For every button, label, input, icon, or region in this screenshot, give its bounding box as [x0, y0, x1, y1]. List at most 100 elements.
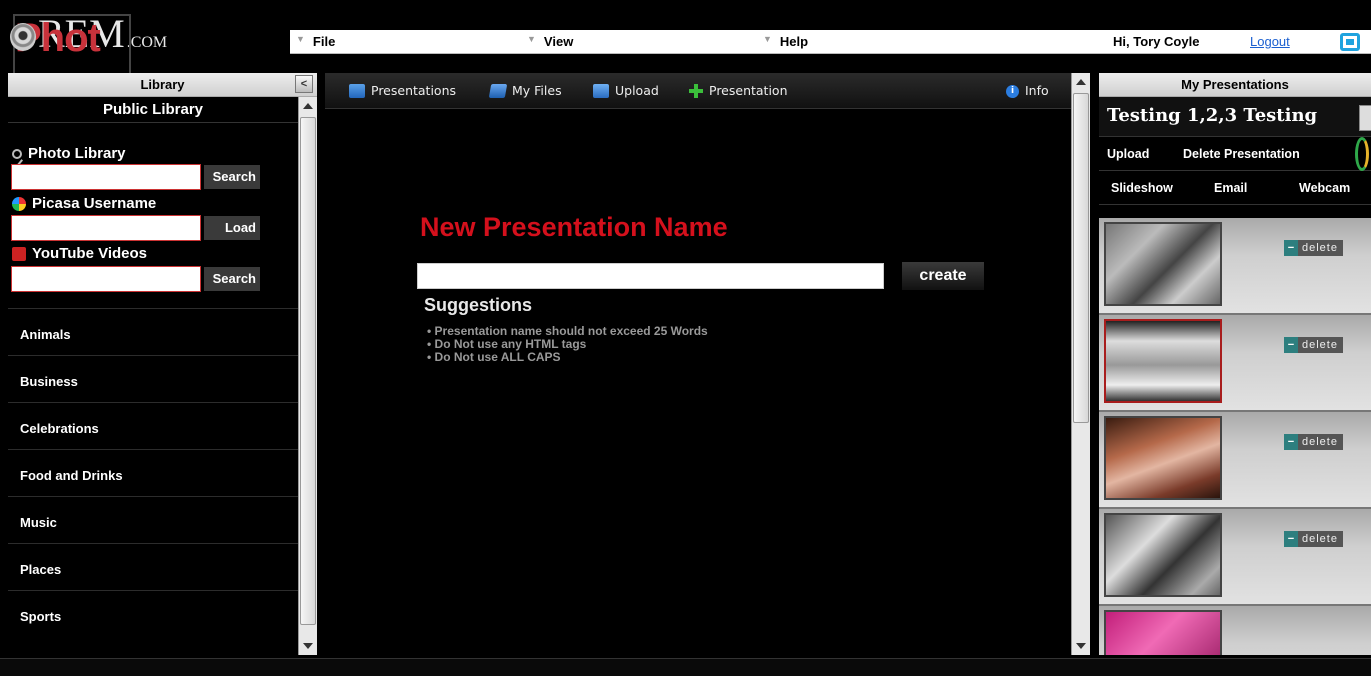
- magnifier-icon: [12, 148, 22, 159]
- workspace-toolbar: Presentations My Files Upload Presentati…: [325, 73, 1071, 109]
- library-scrollbar[interactable]: [298, 97, 317, 655]
- delete-presentation-button[interactable]: Delete Presentation: [1183, 137, 1300, 171]
- suggestion-item: Do Not use ALL CAPS: [427, 351, 708, 364]
- photo-thumbnail[interactable]: [1104, 513, 1222, 597]
- toolbar-upload[interactable]: Upload: [593, 73, 659, 109]
- library-panel: Library < Public Library Photo Library S…: [8, 73, 317, 655]
- refresh-icon[interactable]: [1355, 137, 1369, 171]
- current-presentation-name: Testing 1,2,3 Testing: [1107, 105, 1318, 126]
- new-presentation-name-input[interactable]: [417, 263, 884, 289]
- scroll-down-icon[interactable]: [1076, 643, 1086, 649]
- youtube-search-button[interactable]: Search: [204, 267, 260, 291]
- my-presentations-header: My Presentations: [1099, 73, 1371, 97]
- presentation-select[interactable]: Testing 1,2,3 Testing: [1099, 97, 1371, 137]
- photo-library-search-button[interactable]: Search: [204, 165, 260, 189]
- logo-com: .COM: [126, 34, 168, 51]
- picasa-load-button[interactable]: Load: [204, 216, 260, 240]
- toolbar-add-presentation[interactable]: Presentation: [689, 73, 788, 109]
- photo-library-text: Photo Library: [28, 145, 126, 162]
- status-bar: [0, 658, 1371, 676]
- photo-thumbnail[interactable]: [1104, 610, 1222, 655]
- category-food-and-drinks[interactable]: Food and Drinks: [8, 449, 298, 496]
- presentation-photo-row: [1099, 606, 1371, 655]
- delete-photo-button[interactable]: − delete: [1284, 240, 1343, 256]
- files-icon: [488, 84, 508, 98]
- category-business[interactable]: Business: [8, 355, 298, 402]
- library-title: Library: [140, 77, 185, 92]
- triangle-down-icon: ▼: [527, 34, 536, 44]
- category-sports[interactable]: Sports: [8, 590, 298, 637]
- library-content: Public Library Photo Library Search Pica…: [8, 97, 298, 655]
- triangle-down-icon: ▼: [763, 34, 772, 44]
- photo-thumbnail[interactable]: [1104, 222, 1222, 306]
- upload-button[interactable]: Upload: [1107, 137, 1149, 171]
- photo-library-search-input[interactable]: [11, 164, 201, 190]
- toolbar-presentations-label: Presentations: [371, 83, 457, 98]
- create-button[interactable]: create: [902, 262, 984, 290]
- library-header: Library <: [8, 73, 317, 97]
- scroll-thumb[interactable]: [300, 117, 316, 625]
- photo-thumbnail-selected[interactable]: [1104, 319, 1222, 403]
- photo-library-label: Photo Library: [12, 145, 126, 162]
- delete-photo-button[interactable]: − delete: [1284, 434, 1343, 450]
- toolbar-my-files[interactable]: My Files: [488, 73, 562, 109]
- new-presentation-title: New Presentation Name: [420, 212, 728, 242]
- app-root: Phot REM .COM ▼ File ▼ View ▼ Help Hi, T…: [0, 0, 1371, 676]
- youtube-videos-text: YouTube Videos: [32, 245, 148, 262]
- delete-photo-button[interactable]: − delete: [1284, 337, 1343, 353]
- dropdown-arrow-icon[interactable]: [1359, 105, 1371, 131]
- header: Phot REM .COM ▼ File ▼ View ▼ Help Hi, T…: [0, 0, 1371, 98]
- toolbar-info-label: Info: [1025, 83, 1049, 98]
- presentation-share-row: Slideshow Email Webcam: [1099, 171, 1371, 205]
- camera-lens-icon: [10, 23, 36, 51]
- email-button[interactable]: Email: [1214, 171, 1247, 205]
- youtube-search-input[interactable]: [11, 266, 201, 292]
- picasa-username-input[interactable]: [11, 215, 201, 241]
- category-places[interactable]: Places: [8, 543, 298, 590]
- category-list: Animals Business Celebrations Food and D…: [8, 308, 298, 637]
- delete-label: delete: [1302, 436, 1338, 448]
- scroll-up-icon[interactable]: [1076, 79, 1086, 85]
- photo-thumbnail[interactable]: [1104, 416, 1222, 500]
- minus-icon: −: [1284, 531, 1298, 547]
- category-music[interactable]: Music: [8, 496, 298, 543]
- presentation-photo-row: − delete: [1099, 315, 1371, 412]
- presentation-actions-row: Upload Delete Presentation: [1099, 137, 1371, 171]
- webcam-button[interactable]: Webcam: [1299, 171, 1350, 205]
- toolbar-upload-label: Upload: [615, 83, 659, 98]
- scroll-thumb[interactable]: [1073, 93, 1089, 423]
- toolbar-info[interactable]: i Info: [1006, 73, 1049, 109]
- menu-file[interactable]: ▼ File: [296, 30, 335, 54]
- picasa-username-label: Picasa Username: [12, 195, 156, 212]
- user-greeting: Hi, Tory Coyle: [1113, 34, 1200, 49]
- minus-icon: −: [1284, 240, 1298, 256]
- chevron-left-icon[interactable]: <: [295, 75, 313, 93]
- suggestions-list: Presentation name should not exceed 25 W…: [427, 325, 708, 364]
- workspace-scrollbar[interactable]: [1071, 73, 1090, 655]
- fullscreen-icon[interactable]: [1340, 33, 1360, 51]
- menu-help[interactable]: ▼ Help: [763, 30, 808, 54]
- delete-label: delete: [1302, 533, 1338, 545]
- minus-icon: −: [1284, 434, 1298, 450]
- triangle-down-icon: ▼: [296, 34, 305, 44]
- logout-link[interactable]: Logout: [1250, 30, 1290, 54]
- delete-label: delete: [1302, 242, 1338, 254]
- category-celebrations[interactable]: Celebrations: [8, 402, 298, 449]
- scroll-up-icon[interactable]: [303, 103, 313, 109]
- delete-photo-button[interactable]: − delete: [1284, 531, 1343, 547]
- workspace-panel: Presentations My Files Upload Presentati…: [325, 73, 1071, 655]
- scroll-down-icon[interactable]: [303, 643, 313, 649]
- menu-file-label: File: [312, 34, 336, 49]
- youtube-videos-label: YouTube Videos: [12, 245, 147, 262]
- menu-help-label: Help: [779, 34, 809, 49]
- youtube-icon: [12, 246, 26, 261]
- upload-icon: [593, 84, 609, 98]
- menu-view[interactable]: ▼ View: [527, 30, 573, 54]
- slideshow-button[interactable]: Slideshow: [1111, 171, 1173, 205]
- category-animals[interactable]: Animals: [8, 308, 298, 355]
- toolbar-presentations[interactable]: Presentations: [349, 73, 456, 109]
- presentation-photo-row: − delete: [1099, 412, 1371, 509]
- my-presentations-panel: My Presentations Testing 1,2,3 Testing U…: [1099, 73, 1371, 655]
- photorem-logo[interactable]: Phot REM .COM: [8, 10, 168, 98]
- minus-icon: −: [1284, 337, 1298, 353]
